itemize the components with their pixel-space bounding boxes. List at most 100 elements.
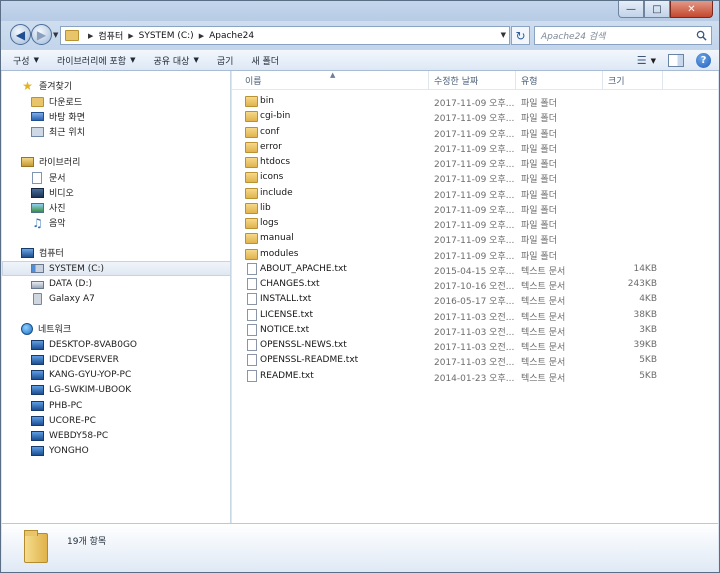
nav-item-network-host[interactable]: YONGHO	[2, 443, 230, 458]
file-date-modified: 2017-11-09 오후...	[434, 114, 515, 125]
table-row[interactable]: icons 2017-11-09 오후... 파일 폴더	[232, 170, 718, 185]
nav-item-music[interactable]: ♫ 음악	[2, 215, 230, 230]
column-name[interactable]: 이름	[245, 74, 262, 87]
table-row[interactable]: OPENSSL-NEWS.txt 2017-11-03 오전... 텍스트 문서 39…	[232, 338, 718, 353]
network-computer-icon	[31, 384, 44, 395]
text-file-icon	[247, 354, 257, 367]
table-row[interactable]: error 2017-11-09 오후... 파일 폴더	[232, 140, 718, 155]
file-type: 파일 폴더	[521, 175, 557, 186]
new-folder-button[interactable]: 새 폴더	[251, 54, 279, 67]
table-row[interactable]: bin 2017-11-09 오후... 파일 폴더	[232, 94, 718, 109]
burn-button[interactable]: 굽기	[217, 54, 234, 67]
address-dropdown-icon[interactable]: ▼	[501, 31, 506, 39]
file-name: htdocs	[260, 157, 291, 167]
table-row[interactable]: logs 2017-11-09 오후... 파일 폴더	[232, 216, 718, 231]
nav-item-galaxy-a7[interactable]: Galaxy A7	[2, 291, 230, 306]
file-date-modified: 2016-05-17 오후...	[434, 297, 515, 308]
refresh-button[interactable]: ↻	[511, 26, 530, 45]
table-row[interactable]: lib 2017-11-09 오후... 파일 폴더	[232, 201, 718, 216]
nav-item-documents[interactable]: 문서	[2, 170, 230, 185]
column-date-modified[interactable]: 수정한 날짜	[434, 74, 478, 87]
nav-item-label: 다운로드	[49, 98, 83, 108]
breadcrumb-apache24[interactable]: Apache24	[209, 31, 254, 41]
nav-item-label: 사진	[49, 204, 66, 214]
nav-item-network-host[interactable]: DESKTOP-8VAB0GO	[2, 337, 230, 352]
item-count: 19개 항목	[67, 537, 107, 547]
file-type: 파일 폴더	[521, 144, 557, 155]
view-options-icon[interactable]: ☰	[637, 54, 647, 67]
organize-menu[interactable]: 구성 ▼	[13, 54, 39, 67]
column-divider[interactable]	[662, 71, 663, 90]
table-row[interactable]: manual 2017-11-09 오후... 파일 폴더	[232, 231, 718, 246]
table-row[interactable]: INSTALL.txt 2016-05-17 오후... 텍스트 문서 4KB	[232, 292, 718, 307]
file-date-modified: 2014-01-23 오후...	[434, 373, 515, 384]
preview-pane-icon[interactable]	[668, 54, 684, 67]
table-row[interactable]: LICENSE.txt 2017-11-03 오전... 텍스트 문서 38KB	[232, 308, 718, 323]
nav-network-label: 네트워크	[38, 325, 72, 335]
column-size[interactable]: 크기	[608, 74, 625, 87]
column-type[interactable]: 유형	[521, 74, 538, 87]
chevron-down-icon: ▼	[33, 56, 39, 64]
nav-item-network-host[interactable]: UCORE-PC	[2, 413, 230, 428]
nav-item-label: IDCDEVSERVER	[49, 354, 119, 365]
nav-computer[interactable]: 컴퓨터	[2, 245, 230, 260]
file-name: bin	[260, 96, 274, 106]
nav-item-network-host[interactable]: WEBDY58-PC	[2, 428, 230, 443]
table-row[interactable]: OPENSSL-README.txt 2017-11-03 오전... 텍스트 문서…	[232, 353, 718, 368]
downloads-folder-icon	[31, 96, 44, 107]
nav-item-data-d[interactable]: DATA (D:)	[2, 276, 230, 291]
navigation-pane[interactable]: ★ 즐겨찾기 다운로드 바탕 화면 최근 위치 라이브러리 문서 비디오 사진 ♫…	[2, 71, 231, 523]
close-button[interactable]: ✕	[670, 1, 713, 18]
nav-item-recent-places[interactable]: 최근 위치	[2, 124, 230, 139]
nav-item-network-host[interactable]: KANG-GYU-YOP-PC	[2, 367, 230, 382]
table-row[interactable]: README.txt 2014-01-23 오후... 텍스트 문서 5KB	[232, 369, 718, 384]
address-bar[interactable]: ▶ 컴퓨터 ▶ SYSTEM (C:) ▶ Apache24 ▼	[60, 26, 510, 45]
maximize-button[interactable]: □	[644, 1, 670, 18]
nav-item-network-host[interactable]: PHB-PC	[2, 398, 230, 413]
nav-item-downloads[interactable]: 다운로드	[2, 94, 230, 109]
nav-item-network-host[interactable]: LG-SWKIM-UBOOK	[2, 382, 230, 397]
file-type: 파일 폴더	[521, 236, 557, 247]
file-type: 텍스트 문서	[521, 327, 566, 338]
breadcrumb-computer[interactable]: 컴퓨터	[98, 29, 123, 42]
column-divider[interactable]	[602, 71, 603, 90]
table-row[interactable]: htdocs 2017-11-09 오후... 파일 폴더	[232, 155, 718, 170]
table-row[interactable]: include 2017-11-09 오후... 파일 폴더	[232, 186, 718, 201]
table-row[interactable]: conf 2017-11-09 오후... 파일 폴더	[232, 125, 718, 140]
chevron-right-icon[interactable]: ▶	[88, 32, 93, 40]
search-icon[interactable]	[696, 30, 707, 41]
breadcrumb-system-c[interactable]: SYSTEM (C:)	[139, 31, 194, 41]
chevron-down-icon[interactable]: ▼	[651, 57, 656, 65]
folder-icon	[245, 233, 258, 245]
table-row[interactable]: NOTICE.txt 2017-11-03 오전... 텍스트 문서 3KB	[232, 323, 718, 338]
file-list[interactable]: ▲ 이름 수정한 날짜 유형 크기 bin 2017-11-09 오후... 파일 …	[232, 71, 718, 523]
nav-item-videos[interactable]: 비디오	[2, 185, 230, 200]
nav-network[interactable]: 네트워크	[2, 321, 230, 336]
nav-item-pictures[interactable]: 사진	[2, 200, 230, 215]
table-row[interactable]: modules 2017-11-09 오후... 파일 폴더	[232, 247, 718, 262]
nav-favorites[interactable]: ★ 즐겨찾기	[2, 78, 230, 93]
table-row[interactable]: cgi-bin 2017-11-09 오후... 파일 폴더	[232, 109, 718, 124]
chevron-right-icon[interactable]: ▶	[199, 32, 204, 40]
include-in-library-menu[interactable]: 라이브러리에 포함 ▼	[57, 54, 136, 67]
column-divider[interactable]	[515, 71, 516, 90]
share-with-menu[interactable]: 공유 대상 ▼	[153, 54, 198, 67]
help-icon[interactable]: ?	[696, 53, 711, 68]
drive-icon	[31, 280, 44, 289]
table-row[interactable]: CHANGES.txt 2017-10-16 오전... 텍스트 문서 243KB	[232, 277, 718, 292]
chevron-right-icon[interactable]: ▶	[128, 32, 133, 40]
column-divider[interactable]	[428, 71, 429, 90]
nav-item-desktop[interactable]: 바탕 화면	[2, 109, 230, 124]
nav-item-network-host[interactable]: IDCDEVSERVER	[2, 352, 230, 367]
forward-button[interactable]: ▶	[31, 24, 52, 45]
nav-item-label: Galaxy A7	[49, 293, 95, 304]
videos-icon	[31, 187, 44, 198]
search-input[interactable]: Apache24 검색	[534, 26, 712, 45]
text-file-icon	[247, 293, 257, 306]
recent-pages-dropdown[interactable]: ▼	[53, 31, 58, 39]
nav-libraries[interactable]: 라이브러리	[2, 154, 230, 169]
nav-item-system-c[interactable]: SYSTEM (C:)	[2, 261, 230, 276]
back-button[interactable]: ◀	[10, 24, 31, 45]
table-row[interactable]: ABOUT_APACHE.txt 2015-04-15 오후... 텍스트 문서 14…	[232, 262, 718, 277]
minimize-button[interactable]: —	[618, 1, 644, 18]
